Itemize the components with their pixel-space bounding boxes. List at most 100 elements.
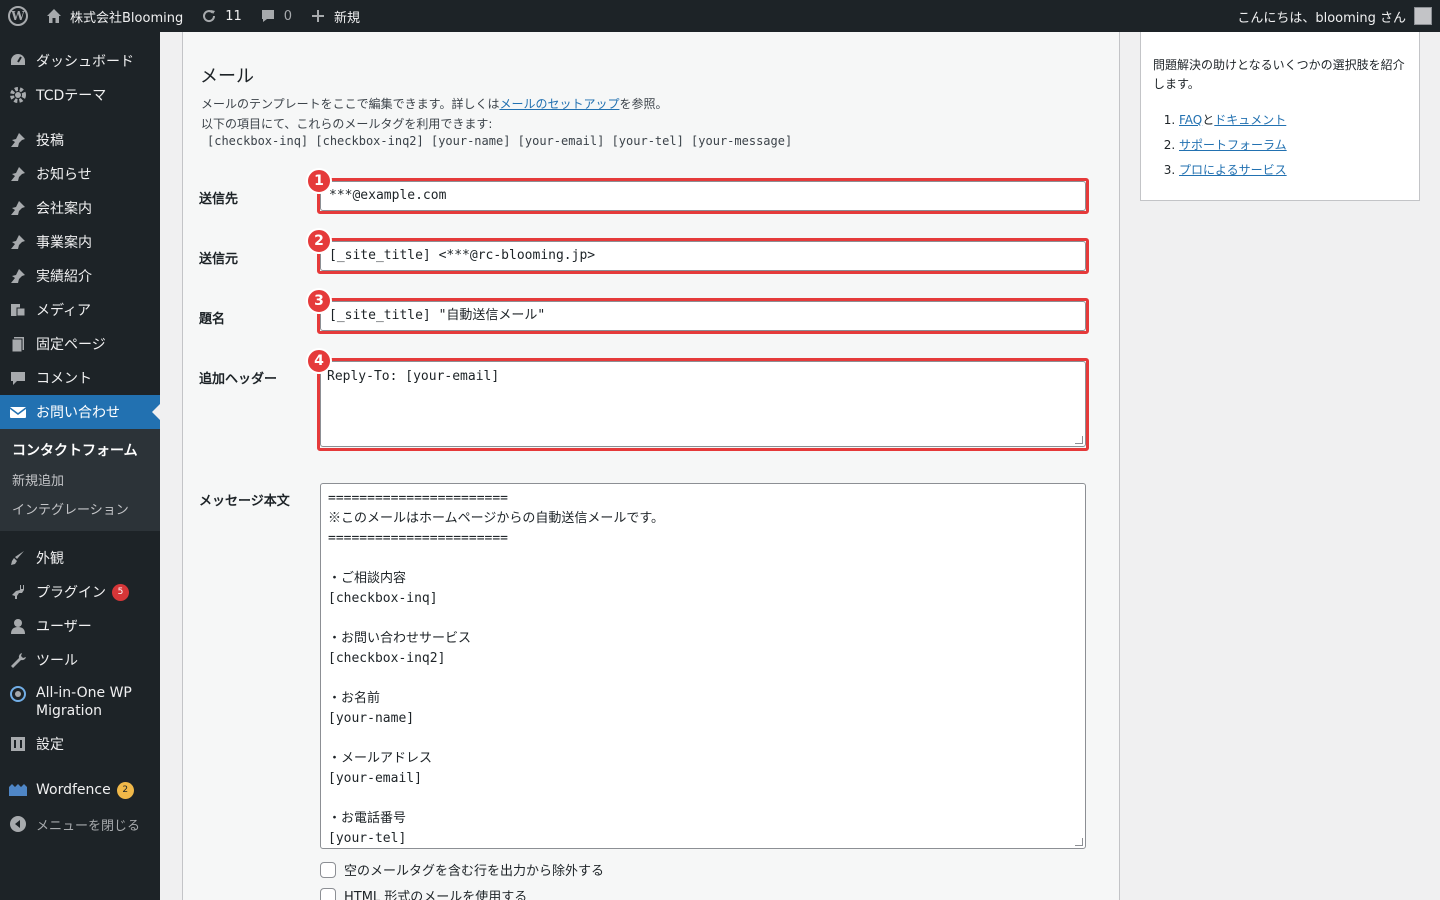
body-line: ※このメールはホームページからの自動送信メールです。 (328, 511, 665, 526)
resize-handle[interactable] (1075, 838, 1083, 846)
menu-label: 事業案内 (36, 235, 92, 251)
docs-link[interactable]: ドキュメント (1214, 113, 1286, 127)
comments-count: 0 (283, 8, 293, 24)
menu-company[interactable]: 会社案内 (0, 191, 160, 225)
updates-count: 11 (225, 8, 242, 24)
wrench-icon (8, 650, 28, 670)
body-line: [your-tel] (328, 831, 407, 846)
menu-news[interactable]: お知らせ (0, 157, 160, 191)
exclude-blank-option[interactable]: 空のメールタグを含む行を出力から除外する (320, 860, 604, 879)
settings-icon (8, 734, 28, 754)
menu-appearance[interactable]: 外観 (0, 541, 160, 575)
refresh-icon (199, 6, 219, 26)
collapse-icon (8, 814, 28, 834)
html-mail-option[interactable]: HTML 形式のメールを使用する (320, 886, 527, 900)
dashboard-icon (8, 51, 28, 71)
body-line (328, 669, 1078, 689)
help-text: 問題解決の助けとなるいくつかの選択肢を紹介します。 (1153, 58, 1405, 91)
help-item: プロによるサービス (1179, 158, 1287, 183)
menu-contact[interactable]: お問い合わせ (0, 395, 160, 429)
html-mail-label: HTML 形式のメールを使用する (344, 890, 528, 900)
help-item: サポートフォーラム (1179, 133, 1287, 158)
pin-icon (8, 198, 28, 218)
html-mail-checkbox[interactable] (320, 887, 336, 900)
menu-label: 実績紹介 (36, 269, 92, 285)
updates-menu[interactable]: 11 (191, 0, 250, 32)
faq-link[interactable]: FAQ (1179, 113, 1202, 127)
pro-services-link[interactable]: プロによるサービス (1179, 163, 1287, 177)
body-line: ======================= (328, 491, 509, 506)
support-forum-link[interactable]: サポートフォーラム (1179, 138, 1287, 152)
menu-tcd-theme[interactable]: TCDテーマ (0, 78, 160, 112)
menu-label: お知らせ (36, 167, 92, 183)
comments-menu[interactable]: 0 (250, 0, 300, 32)
menu-collapse[interactable]: メニューを閉じる (0, 807, 160, 841)
site-name-menu[interactable]: 株式会社Blooming (36, 0, 191, 32)
callout-badge-2: 2 (306, 228, 332, 254)
menu-works[interactable]: 実績紹介 (0, 259, 160, 293)
menu-wordfence[interactable]: Wordfence 2 (0, 773, 160, 807)
callout-badge-3: 3 (306, 288, 332, 314)
menu-label: メディア (36, 303, 92, 319)
callout-badge-4: 4 (306, 348, 332, 374)
subject-label: 題名 (199, 312, 226, 327)
menu-label: ユーザー (36, 619, 92, 635)
menu-label: Wordfence (36, 782, 111, 798)
menu-label: メニューを閉じる (36, 818, 141, 834)
menu-plugins[interactable]: プラグイン 5 (0, 575, 160, 609)
submenu-contact-forms[interactable]: コンタクトフォーム (0, 435, 160, 465)
menu-label: プラグイン (36, 585, 106, 601)
menu-label: 会社案内 (36, 201, 92, 217)
body-line (328, 789, 1078, 809)
menu-business[interactable]: 事業案内 (0, 225, 160, 259)
body-line: ・お問い合わせサービス (328, 631, 472, 646)
help-joiner: と (1202, 113, 1215, 127)
admin-sidebar: ダッシュボード TCDテーマ 投稿 お知らせ 会社案内 事業案内 実績紹介 メデ… (0, 32, 160, 900)
menu-users[interactable]: ユーザー (0, 609, 160, 643)
submenu-integration[interactable]: インテグレーション (0, 494, 160, 523)
highlight-box-3 (317, 298, 1089, 334)
media-icon (8, 300, 28, 320)
comment-icon (258, 6, 278, 26)
wordfence-badge: 2 (116, 781, 134, 799)
menu-media[interactable]: メディア (0, 293, 160, 327)
mail-setup-link[interactable]: メールのセットアップ (499, 97, 619, 111)
new-label: 新規 (334, 10, 361, 26)
submenu-add-new[interactable]: 新規追加 (0, 465, 160, 494)
menu-comments[interactable]: コメント (0, 361, 160, 395)
menu-settings[interactable]: 設定 (0, 727, 160, 761)
body-line: ・お電話番号 (328, 811, 407, 826)
home-icon (44, 6, 64, 26)
wp-logo-menu[interactable]: W (0, 0, 36, 32)
body-line: [your-name] (328, 711, 415, 726)
from-label: 送信元 (199, 252, 239, 267)
highlight-box-4 (317, 358, 1089, 451)
menu-posts[interactable]: 投稿 (0, 123, 160, 157)
body-line: [your-email] (328, 771, 422, 786)
comment-icon (8, 368, 28, 388)
menu-label: 外観 (36, 551, 64, 567)
desc-prefix: メールのテンプレートをここで編集できます。詳しくは (201, 97, 500, 111)
admin-bar: W 株式会社Blooming 11 0 新規 こんにちは、blooming さん (0, 0, 1440, 32)
menu-pages[interactable]: 固定ページ (0, 327, 160, 361)
plus-icon (308, 6, 328, 26)
mail-icon (8, 402, 28, 422)
pin-icon (8, 164, 28, 184)
menu-aio-migration[interactable]: All-in-One WP Migration (0, 677, 160, 727)
avatar (1414, 7, 1432, 25)
pin-icon (8, 130, 28, 150)
user-icon (8, 616, 28, 636)
menu-tools[interactable]: ツール (0, 643, 160, 677)
body-line (328, 729, 1078, 749)
account-menu[interactable]: こんにちは、blooming さん (1237, 7, 1440, 26)
mail-tags: [checkbox-inq] [checkbox-inq2] [your-nam… (207, 134, 793, 148)
exclude-blank-checkbox[interactable] (320, 861, 336, 878)
menu-label: 固定ページ (36, 337, 106, 353)
menu-label: ダッシュボード (36, 54, 134, 70)
menu-dashboard[interactable]: ダッシュボード (0, 44, 160, 78)
new-content-menu[interactable]: 新規 (300, 0, 368, 32)
body-field[interactable]: ======================= ※このメールはホームページからの… (320, 483, 1086, 849)
site-name: 株式会社Blooming (70, 10, 184, 26)
wordfence-icon (8, 780, 28, 800)
help-item: FAQとドキュメント (1179, 108, 1287, 133)
